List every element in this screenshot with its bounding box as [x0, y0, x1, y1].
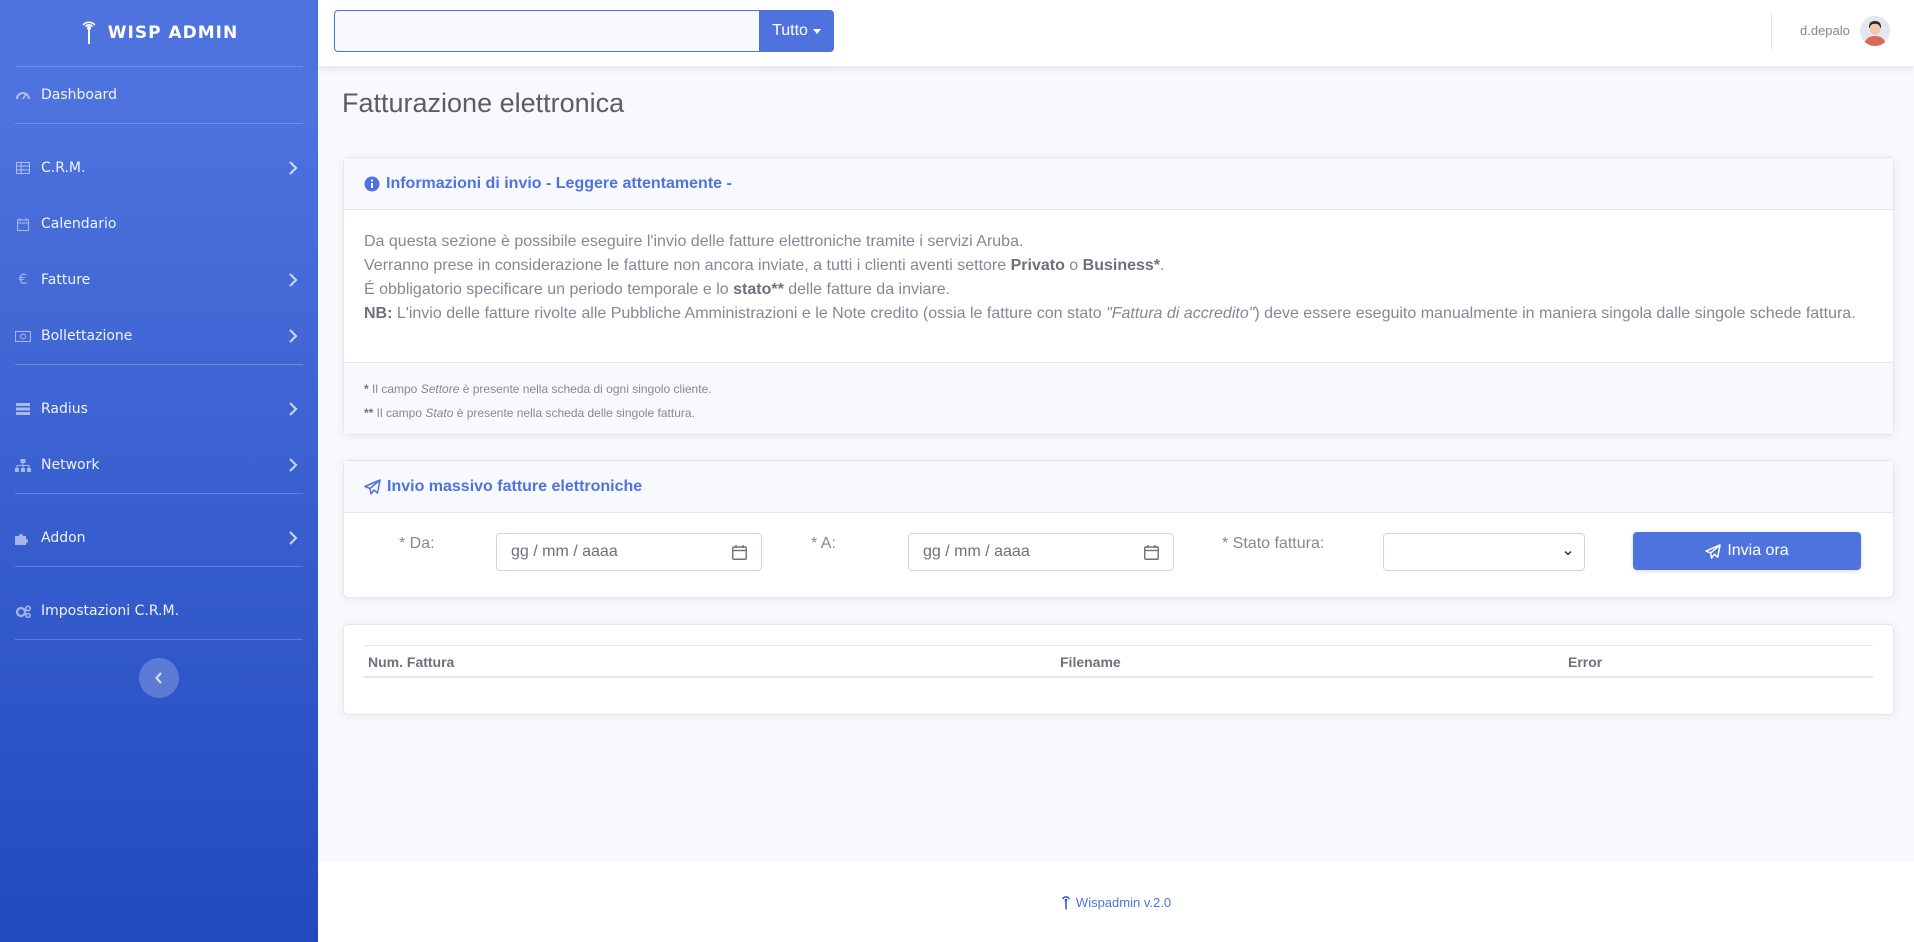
- info-circle-icon: [364, 176, 380, 191]
- server-icon: [14, 402, 32, 416]
- footer: Wispadmin v.2.0: [318, 862, 1914, 942]
- chevron-down-icon: [1564, 550, 1572, 556]
- chevron-right-icon: [289, 402, 298, 416]
- chevron-left-icon: [155, 672, 162, 684]
- sidebar-item-calendario[interactable]: Calendario: [0, 196, 318, 252]
- chevron-right-icon: [289, 458, 298, 472]
- chevron-right-icon: [289, 329, 298, 343]
- column-header-error[interactable]: Error: [1568, 654, 1602, 670]
- send-now-label: Invia ora: [1727, 542, 1789, 559]
- calendar-icon: [732, 544, 747, 560]
- from-date-input[interactable]: gg / mm / aaaa: [496, 533, 762, 571]
- page-title: Fatturazione elettronica: [342, 88, 625, 118]
- sidebar-item-label: Network: [41, 457, 100, 473]
- antenna-icon: [1061, 896, 1070, 910]
- sidebar-item-dashboard[interactable]: Dashboard: [0, 67, 318, 123]
- from-date-placeholder: gg / mm / aaaa: [511, 543, 618, 560]
- sidebar-item-impostazioni-crm[interactable]: Impostazioni C.R.M.: [0, 583, 318, 639]
- sidebar-item-radius[interactable]: Radius: [0, 381, 318, 437]
- avatar[interactable]: [1860, 16, 1890, 46]
- sidebar: WISP ADMIN Dashboard C.R.M. Calendario €…: [0, 0, 318, 942]
- sidebar-item-network[interactable]: Network: [0, 437, 318, 493]
- sidebar-item-bollettazione[interactable]: Bollettazione: [0, 308, 318, 364]
- paper-plane-icon: [1705, 543, 1722, 559]
- footnote: * Il campo Settore è presente nella sche…: [364, 382, 712, 396]
- search-scope-dropdown[interactable]: Tutto: [759, 10, 834, 52]
- topbar: Tutto d.depalo: [318, 0, 1914, 66]
- sidebar-item-fatture[interactable]: € Fatture: [0, 252, 318, 308]
- table-icon: [14, 161, 32, 175]
- status-select[interactable]: [1383, 533, 1585, 571]
- info-card-header: Informazioni di invio - Leggere attentam…: [344, 158, 1893, 210]
- info-line: Verranno prese in considerazione le fatt…: [364, 257, 1165, 274]
- brand-text: WISP ADMIN: [107, 23, 239, 43]
- info-line: É obbligatorio specificare un periodo te…: [364, 281, 951, 298]
- sidebar-item-label: Impostazioni C.R.M.: [41, 603, 180, 619]
- info-line: Da questa sezione è possibile eseguire l…: [364, 233, 1024, 250]
- sidebar-item-label: C.R.M.: [41, 160, 86, 176]
- results-card: Num. Fattura Filename Error: [343, 624, 1894, 715]
- info-line: NB: L'invio delle fatture rivolte alle P…: [364, 305, 1856, 322]
- tachometer-icon: [14, 88, 32, 102]
- column-header-filename[interactable]: Filename: [1060, 654, 1121, 670]
- money-bill-icon: [14, 329, 32, 343]
- to-label: * A:: [811, 535, 836, 552]
- footer-version-link[interactable]: Wispadmin v.2.0: [1076, 895, 1171, 910]
- sidebar-brand[interactable]: WISP ADMIN: [0, 0, 318, 66]
- send-form: * Da: gg / mm / aaaa * A: gg / mm / aaaa…: [344, 461, 1893, 571]
- from-label: * Da:: [399, 535, 435, 552]
- sidebar-toggle-button[interactable]: [139, 658, 179, 698]
- sidebar-item-label: Bollettazione: [41, 328, 133, 344]
- results-table-header: Num. Fattura Filename Error: [364, 645, 1873, 678]
- sitemap-icon: [14, 458, 32, 472]
- sidebar-item-addon[interactable]: Addon: [0, 510, 318, 566]
- info-card: Informazioni di invio - Leggere attentam…: [343, 157, 1894, 435]
- caret-down-icon: [812, 28, 821, 34]
- user-name[interactable]: d.depalo: [1800, 23, 1850, 38]
- cogs-icon: [14, 604, 32, 618]
- calendar-icon: [1144, 544, 1159, 560]
- antenna-icon: [80, 16, 98, 51]
- to-date-placeholder: gg / mm / aaaa: [923, 543, 1030, 560]
- info-card-body: Da questa sezione è possibile eseguire l…: [344, 210, 1893, 326]
- sidebar-item-label: Addon: [41, 530, 86, 546]
- sidebar-item-label: Fatture: [41, 272, 91, 288]
- send-now-button[interactable]: Invia ora: [1633, 532, 1861, 570]
- send-card: Invio massivo fatture elettroniche * Da:…: [343, 460, 1894, 598]
- info-card-footer: * Il campo Settore è presente nella sche…: [344, 362, 1893, 434]
- puzzle-icon: [14, 531, 32, 545]
- status-label: * Stato fattura:: [1222, 535, 1325, 552]
- footnote: ** Il campo Stato è presente nella sched…: [364, 406, 695, 420]
- chevron-right-icon: [289, 531, 298, 545]
- sidebar-item-label: Radius: [41, 401, 88, 417]
- euro-icon: €: [18, 272, 28, 288]
- search-scope-label: Tutto: [772, 22, 808, 39]
- topbar-divider: [1771, 12, 1772, 50]
- calendar-icon: [14, 217, 32, 231]
- info-card-title: Informazioni di invio - Leggere attentam…: [386, 174, 732, 192]
- sidebar-divider: [15, 639, 303, 640]
- chevron-right-icon: [289, 161, 298, 175]
- search-input[interactable]: [334, 10, 762, 52]
- sidebar-item-label: Dashboard: [41, 87, 117, 103]
- chevron-right-icon: [289, 273, 298, 287]
- user-avatar-icon: [1860, 16, 1890, 46]
- sidebar-item-label: Calendario: [41, 216, 117, 232]
- column-header-num-fattura[interactable]: Num. Fattura: [368, 654, 454, 670]
- sidebar-item-crm[interactable]: C.R.M.: [0, 140, 318, 196]
- to-date-input[interactable]: gg / mm / aaaa: [908, 533, 1174, 571]
